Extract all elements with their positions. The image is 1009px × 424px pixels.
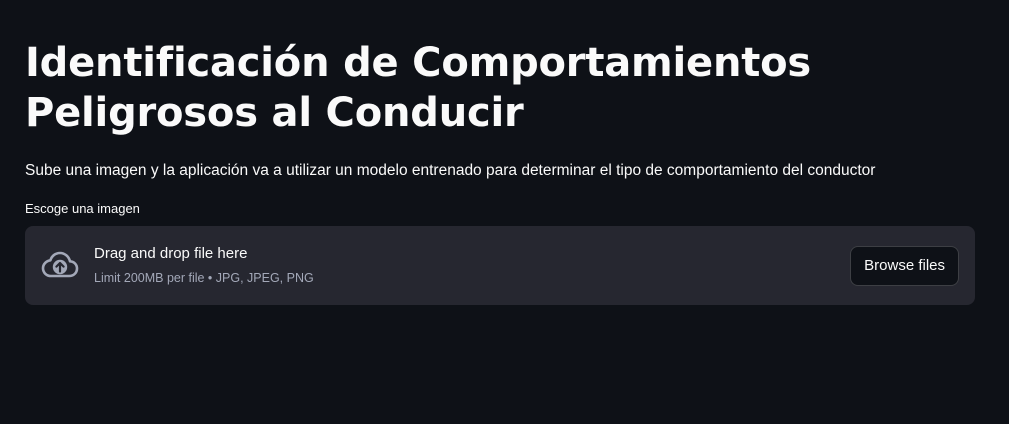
page-title: Identificación de Comportamientos Peligr… [25,40,812,136]
main-content: Identificación de Comportamientos Peligr… [25,38,975,305]
dropzone-instructions: Drag and drop file here Limit 200MB per … [94,244,314,286]
cloud-upload-icon [41,250,79,280]
file-limit-text: Limit 200MB per file • JPG, JPEG, PNG [94,271,314,285]
page-description: Sube una imagen y la aplicación va a uti… [25,162,876,179]
drag-drop-text: Drag and drop file here [94,245,248,262]
file-dropzone[interactable]: Drag and drop file here Limit 200MB per … [25,226,975,305]
file-uploader-label: Escoge una imagen [25,201,140,216]
browse-files-button[interactable]: Browse files [850,246,959,286]
